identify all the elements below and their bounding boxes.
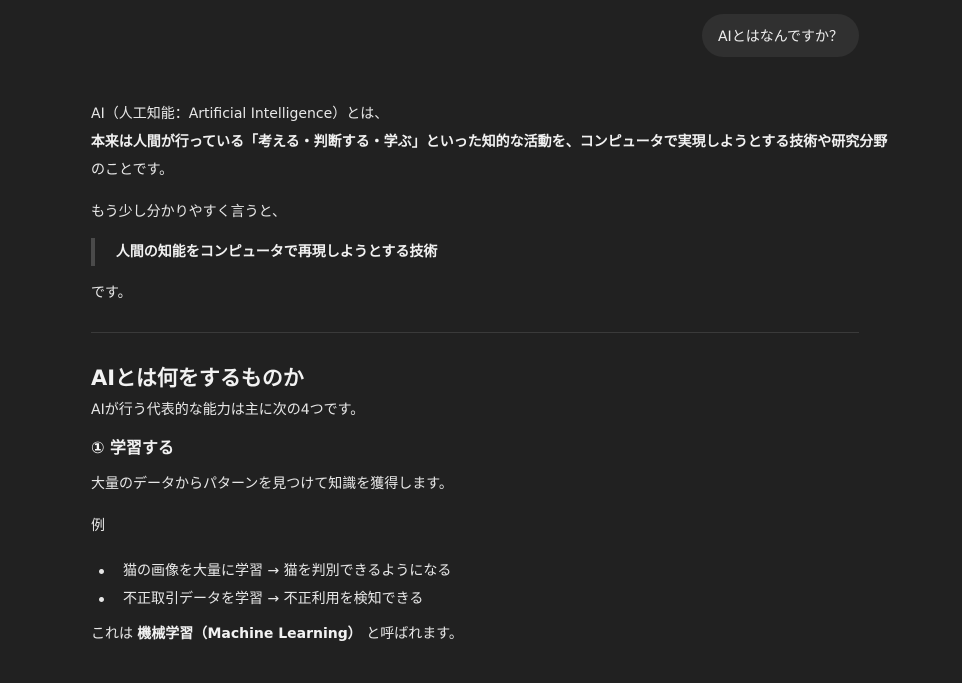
bullet-icon xyxy=(99,597,104,602)
ml-bold-term: 機械学習（Machine Learning） xyxy=(137,626,362,642)
machine-learning-sentence: これは 機械学習（Machine Learning） と呼ばれます。 xyxy=(91,621,859,647)
assistant-answer: AI（人工知能：Artificial Intelligence）とは、 本来は人… xyxy=(91,100,888,647)
subsection-description: 大量のデータからパターンを見つけて知識を獲得します。 xyxy=(91,476,453,492)
section-divider xyxy=(91,332,859,333)
example-label: 例 xyxy=(91,518,105,534)
list-item-text: 猫の画像を大量に学習 → 猫を判別できるようになる xyxy=(123,563,452,579)
blockquote: 人間の知能をコンピュータで再現しようとする技術 xyxy=(91,238,859,266)
section-intro-text: AIが行う代表的な能力は主に次の4つです。 xyxy=(91,402,365,418)
intro-line-1: AI（人工知能：Artificial Intelligence）とは、 xyxy=(91,106,389,122)
subsection-heading-learning: ① 学習する xyxy=(91,438,175,457)
ml-prefix-text: これは xyxy=(91,626,138,642)
user-message-text: AIとはなんですか？ xyxy=(717,28,843,45)
list-item: 猫の画像を大量に学習 → 猫を判別できるようになる xyxy=(99,557,859,585)
bullet-icon xyxy=(99,569,104,574)
ml-suffix-text: と呼ばれます。 xyxy=(361,626,463,642)
example-list: 猫の画像を大量に学習 → 猫を判別できるようになる 不正取引データを学習 → 不… xyxy=(91,557,859,613)
intro-line-3: のことです。 xyxy=(91,162,174,178)
intro-bold-line: 本来は人間が行っている「考える・判断する・学ぶ」といった知的な活動を、コンピュー… xyxy=(91,134,888,150)
answer-intro-paragraph: AI（人工知能：Artificial Intelligence）とは、 本来は人… xyxy=(91,100,888,184)
simpler-lead-text: もう少し分かりやすく言うと、 xyxy=(91,204,287,220)
list-item: 不正取引データを学習 → 不正利用を検知できる xyxy=(99,585,859,613)
blockquote-text: 人間の知能をコンピュータで再現しようとする技術 xyxy=(116,244,438,260)
quote-tail-text: です。 xyxy=(91,285,132,301)
section-heading: AIとは何をするものか xyxy=(91,366,305,390)
chat-page: AIとはなんですか？ AI（人工知能：Artificial Intelligen… xyxy=(0,0,962,683)
list-item-text: 不正取引データを学習 → 不正利用を検知できる xyxy=(123,591,424,607)
user-message-bubble: AIとはなんですか？ xyxy=(701,14,859,57)
